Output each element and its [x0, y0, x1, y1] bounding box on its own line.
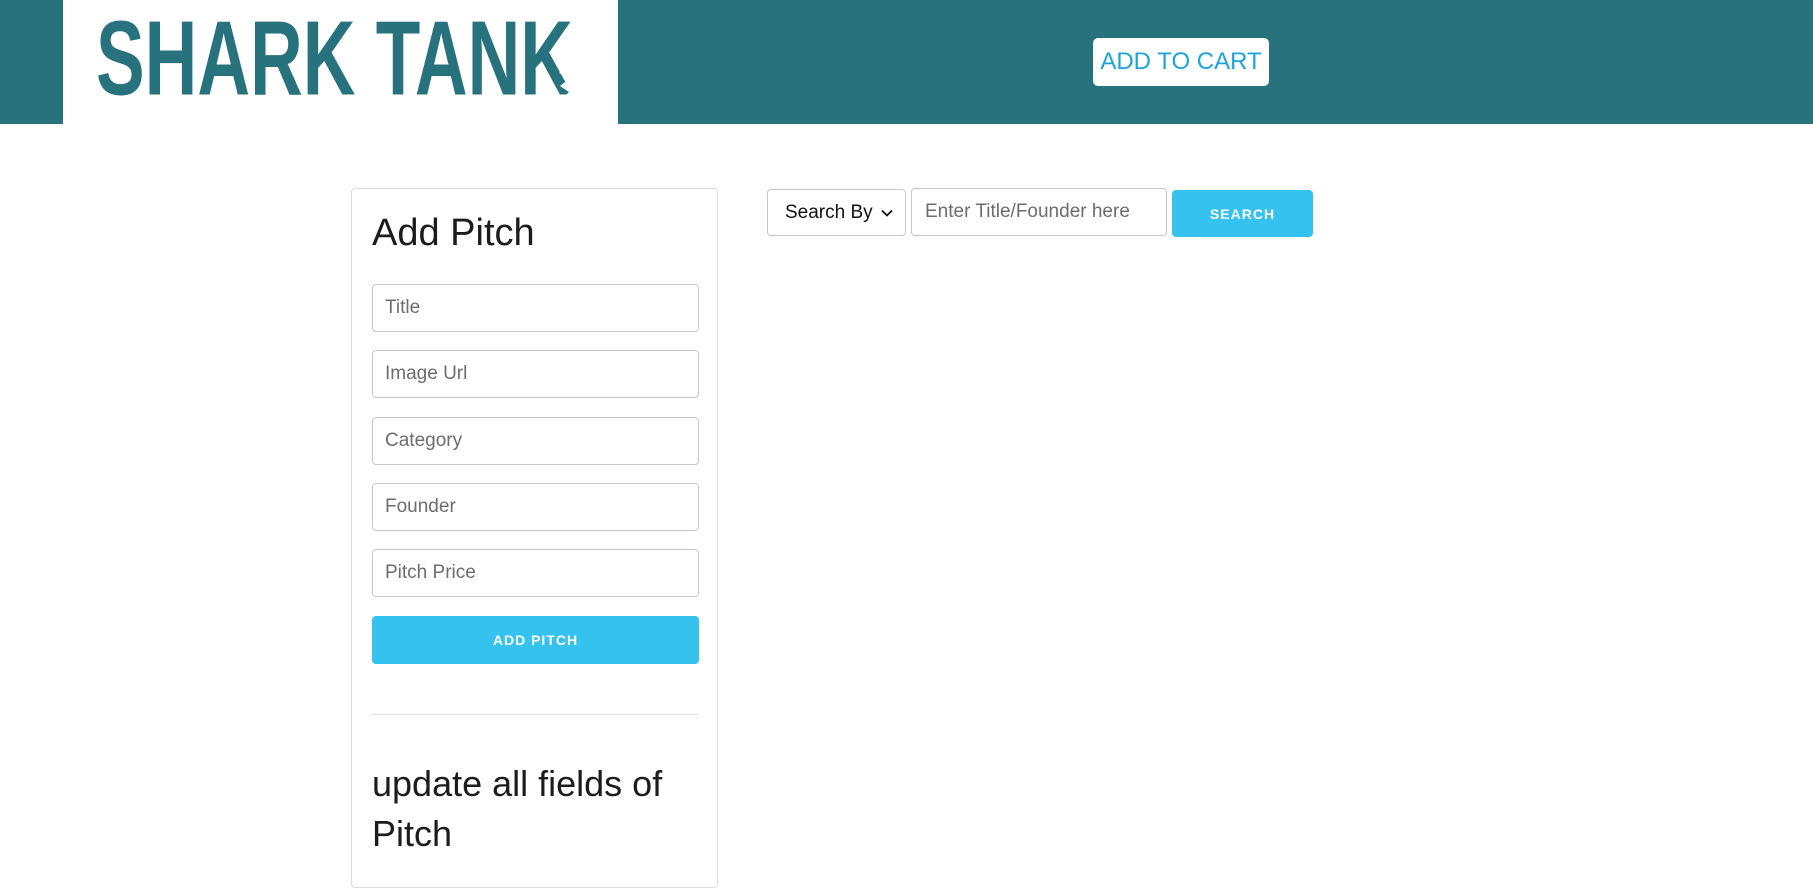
image-url-input[interactable] [372, 350, 699, 398]
search-by-value: Search By [785, 201, 873, 223]
founder-input[interactable] [372, 483, 699, 531]
divider [372, 714, 699, 715]
search-input[interactable] [911, 188, 1167, 236]
add-pitch-heading: Add Pitch [372, 212, 535, 254]
title-input[interactable] [372, 284, 699, 332]
logo-text: SHARK TANK [96, 0, 573, 117]
category-input[interactable] [372, 417, 699, 465]
chevron-down-icon [881, 209, 893, 217]
navbar: SHARK TANK ADD TO CART [0, 0, 1813, 124]
shark-tank-logo: SHARK TANK [96, 0, 573, 117]
search-by-select[interactable]: Search By [767, 189, 906, 236]
add-to-cart-button[interactable]: ADD TO CART [1093, 38, 1269, 86]
add-pitch-panel: Add Pitch ADD PITCH update all fields of… [351, 188, 718, 888]
add-pitch-button[interactable]: ADD PITCH [372, 616, 699, 664]
search-button[interactable]: SEARCH [1172, 190, 1313, 237]
logo[interactable]: SHARK TANK [63, 0, 618, 124]
update-pitch-heading: update all fields of Pitch [372, 763, 663, 854]
pitch-price-input[interactable] [372, 549, 699, 597]
